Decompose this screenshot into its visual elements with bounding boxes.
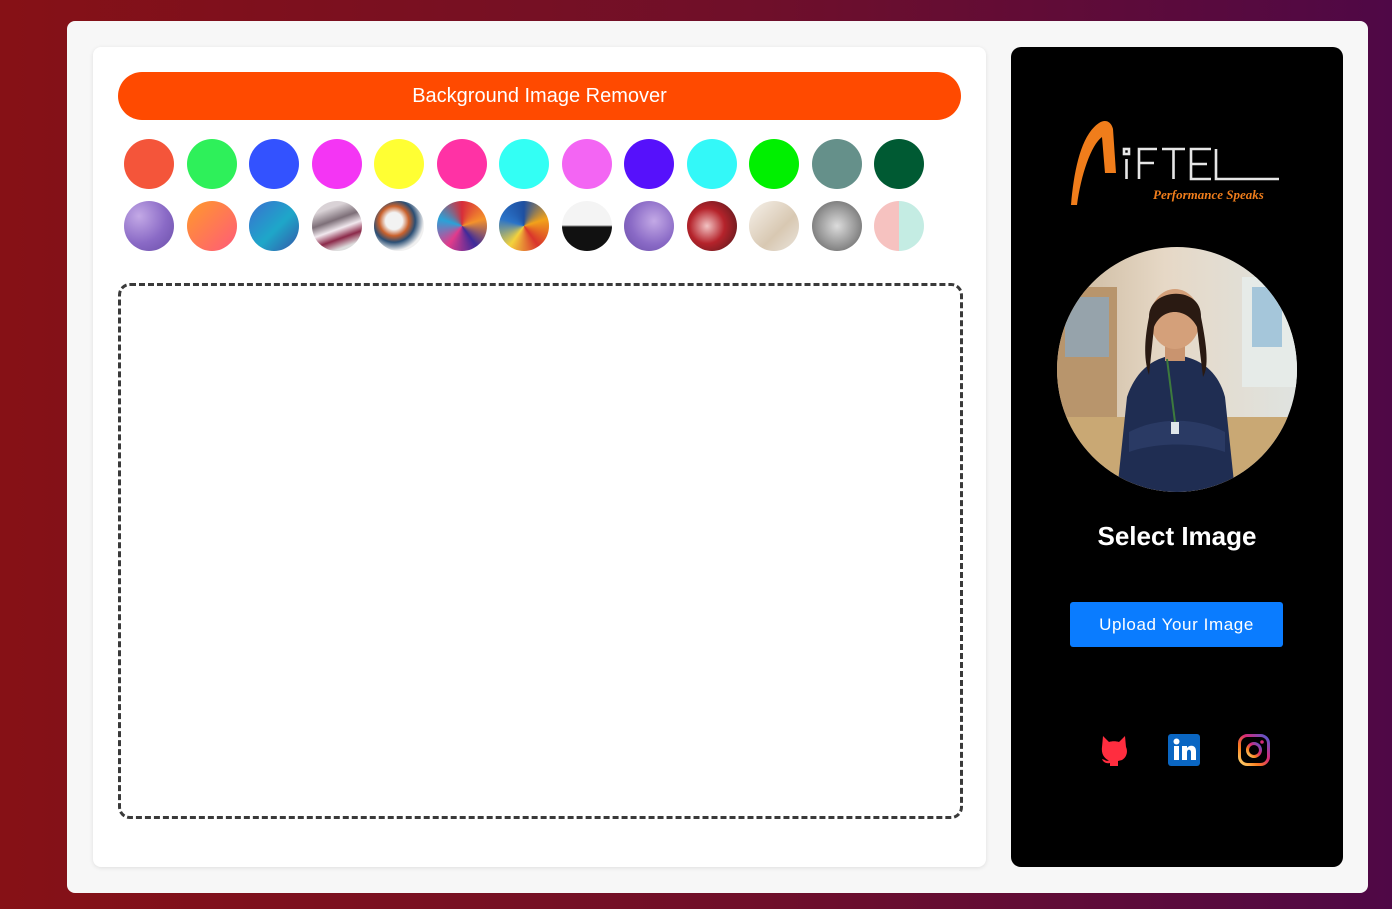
app-title-button[interactable]: Background Image Remover [118, 72, 961, 120]
water-drops-swatch-icon[interactable] [811, 201, 862, 251]
upload-image-button[interactable]: Upload Your Image [1070, 602, 1283, 647]
grey-pink-swirl-swatch-icon[interactable] [311, 201, 362, 251]
image-swatch-row [124, 201, 944, 251]
colorful-fluid-swatch-icon[interactable] [499, 201, 549, 251]
color-swatch[interactable] [499, 139, 549, 189]
color-swatch[interactable] [749, 139, 799, 189]
blue-teal-gradient-swatch-icon[interactable] [249, 201, 299, 251]
select-image-title: Select Image [1097, 521, 1257, 551]
color-swatch-row [124, 139, 944, 189]
color-swatch[interactable] [186, 139, 237, 189]
image-drop-zone[interactable] [118, 283, 963, 819]
linkedin-icon[interactable] [1167, 733, 1201, 767]
brand-tagline: Performance Speaks [1153, 187, 1264, 202]
profile-avatar [1057, 247, 1297, 492]
color-swatch[interactable] [874, 139, 924, 189]
social-links [1011, 733, 1343, 769]
black-white-red-swatch-icon[interactable] [561, 201, 612, 251]
white-interior-swatch-icon[interactable] [749, 201, 799, 251]
color-swatch[interactable] [811, 139, 862, 189]
color-swatch[interactable] [124, 139, 174, 189]
color-swatch[interactable] [311, 139, 362, 189]
orange-pink-gradient-swatch-icon[interactable] [186, 201, 237, 251]
rainbow-swirl-swatch-icon[interactable] [436, 201, 487, 251]
color-swatch[interactable] [374, 139, 424, 189]
instagram-icon[interactable] [1237, 733, 1271, 767]
color-swatch[interactable] [686, 139, 737, 189]
github-icon[interactable] [1097, 733, 1131, 767]
purple-marble-swatch-icon[interactable] [624, 201, 674, 251]
color-swatch[interactable] [561, 139, 612, 189]
color-swatch[interactable] [249, 139, 299, 189]
red-marble-swatch-icon[interactable] [686, 201, 737, 251]
purple-marble-swatch-icon[interactable] [124, 201, 174, 251]
editor-panel: Background Image Remover [93, 47, 986, 867]
app-card: Background Image Remover Performance Spe… [67, 21, 1368, 893]
profile-panel: Performance Speaks Select Image Upload Y… [1011, 47, 1343, 867]
pink-mint-swatch-icon[interactable] [874, 201, 924, 251]
paint-splash-swatch-icon[interactable] [374, 201, 424, 251]
color-swatch[interactable] [624, 139, 674, 189]
iftel-logo: Performance Speaks [1071, 121, 1279, 205]
color-swatch[interactable] [436, 139, 487, 189]
background-swatches [124, 139, 944, 263]
